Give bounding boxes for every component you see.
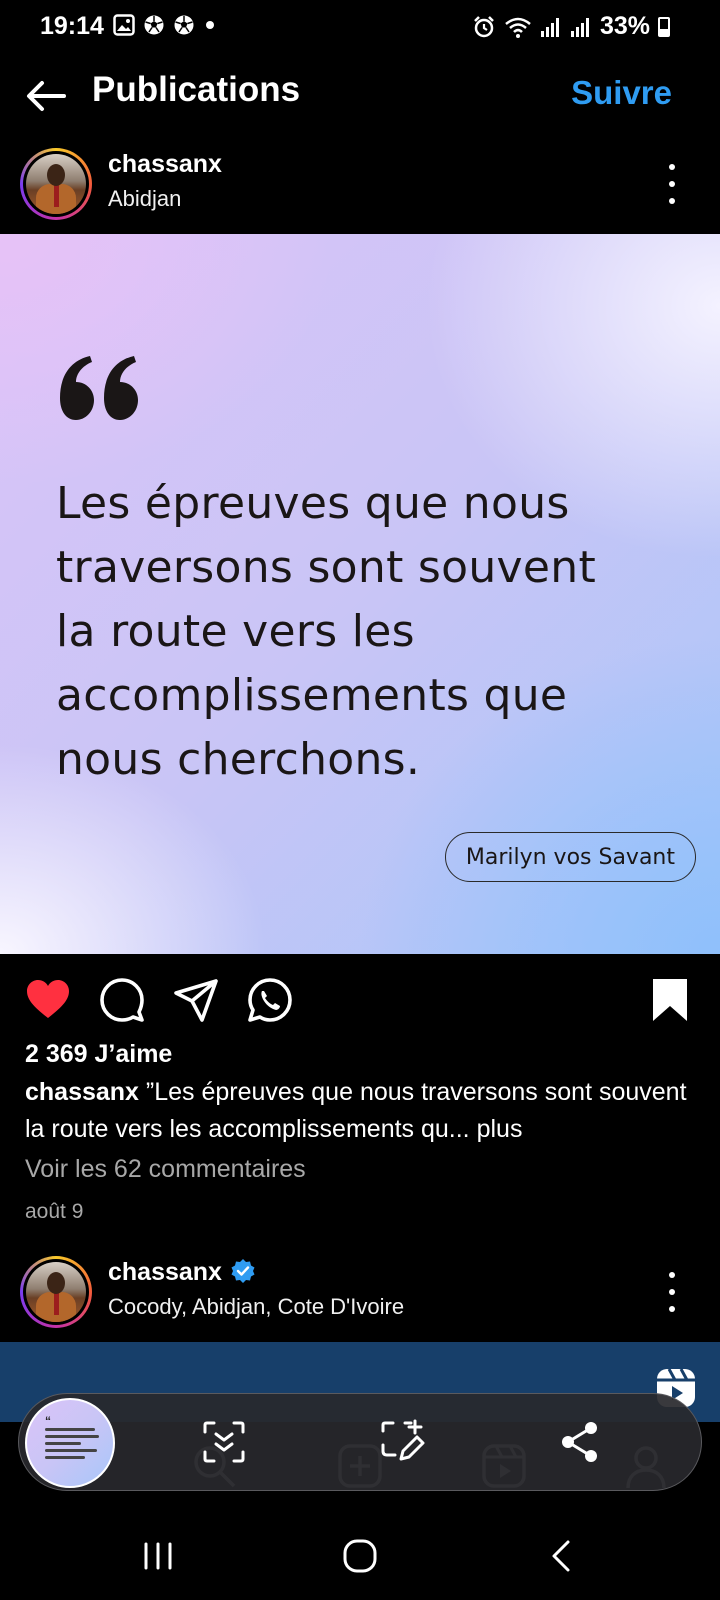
status-notification-icons bbox=[113, 14, 217, 36]
next-post-location[interactable]: Cocody, Abidjan, Cote D'Ivoire bbox=[108, 1294, 404, 1320]
next-post-username-row: chassanx bbox=[108, 1258, 256, 1287]
back-nav-icon[interactable] bbox=[542, 1538, 582, 1574]
quote-author: Marilyn vos Savant bbox=[444, 832, 696, 882]
back-arrow-icon[interactable] bbox=[22, 72, 70, 120]
post-header: chassanx Abidjan bbox=[0, 144, 720, 234]
signal-icon bbox=[570, 17, 589, 37]
system-navigation bbox=[0, 1510, 720, 1600]
next-post-header: chassanx Cocody, Abidjan, Cote D'Ivoire bbox=[0, 1252, 720, 1342]
battery-icon bbox=[658, 16, 670, 37]
battery-percentage: 33% bbox=[599, 12, 650, 40]
screenshot-toolbar: “ bbox=[18, 1393, 702, 1491]
quote-line: accomplissements que bbox=[56, 670, 568, 721]
alarm-icon bbox=[474, 15, 494, 37]
gallery-icon bbox=[113, 14, 135, 36]
mini-text-lines bbox=[45, 1428, 101, 1463]
next-post-username[interactable]: chassanx bbox=[108, 1258, 222, 1286]
comment-icon[interactable] bbox=[98, 976, 146, 1024]
caption-more-link[interactable]: plus bbox=[470, 1115, 523, 1143]
status-bar: 19:14 33% bbox=[0, 0, 720, 54]
post-image[interactable]: Les épreuves que nous traversons sont so… bbox=[0, 234, 720, 954]
post-date: août 9 bbox=[25, 1200, 84, 1223]
share-icon[interactable] bbox=[557, 1419, 603, 1465]
share-send-icon[interactable] bbox=[172, 976, 220, 1024]
caption-username[interactable]: chassanx bbox=[25, 1078, 139, 1106]
more-options-icon[interactable] bbox=[664, 1272, 680, 1312]
more-options-icon[interactable] bbox=[664, 164, 680, 204]
recent-apps-icon[interactable] bbox=[138, 1538, 178, 1574]
bookmark-saved-icon[interactable] bbox=[646, 976, 694, 1024]
like-count[interactable]: 2 369 J’aime bbox=[25, 1040, 172, 1069]
quote-text: Les épreuves que nous traversons sont so… bbox=[56, 472, 656, 792]
quote-line: traversons sont souvent bbox=[56, 542, 596, 593]
app-header: Publications Suivre bbox=[0, 54, 720, 144]
dot-icon bbox=[206, 21, 214, 29]
quote-line: Les épreuves que nous bbox=[56, 478, 570, 529]
verified-badge-icon bbox=[231, 1259, 255, 1283]
view-comments-link[interactable]: Voir les 62 commentaires bbox=[25, 1155, 306, 1184]
quote-mark-icon bbox=[60, 356, 138, 420]
soccer-ball-icon bbox=[144, 15, 164, 35]
status-time: 19:14 bbox=[40, 12, 104, 40]
screenshot-thumbnail[interactable]: “ bbox=[25, 1398, 115, 1488]
post-actions bbox=[0, 966, 720, 1036]
edit-screenshot-icon[interactable] bbox=[379, 1419, 425, 1465]
follow-button[interactable]: Suivre bbox=[571, 74, 672, 112]
home-icon[interactable] bbox=[340, 1538, 380, 1574]
post-username[interactable]: chassanx bbox=[108, 150, 222, 179]
avatar[interactable] bbox=[20, 148, 92, 220]
like-heart-icon[interactable] bbox=[24, 976, 72, 1024]
avatar[interactable] bbox=[20, 1256, 92, 1328]
signal-icon bbox=[540, 17, 559, 37]
post-caption: chassanx ”Les épreuves que nous traverso… bbox=[25, 1074, 705, 1148]
mini-quote-mark-icon: “ bbox=[45, 1414, 51, 1428]
page-title: Publications bbox=[92, 70, 301, 109]
scroll-capture-icon[interactable] bbox=[201, 1419, 247, 1465]
post-location[interactable]: Abidjan bbox=[108, 186, 181, 212]
quote-line: la route vers les bbox=[56, 606, 415, 657]
status-system-icons: 33% bbox=[472, 12, 670, 41]
quote-line: nous cherchons. bbox=[56, 734, 421, 785]
wifi-icon bbox=[505, 17, 531, 38]
whatsapp-icon[interactable] bbox=[246, 976, 294, 1024]
soccer-ball-icon bbox=[174, 15, 194, 35]
